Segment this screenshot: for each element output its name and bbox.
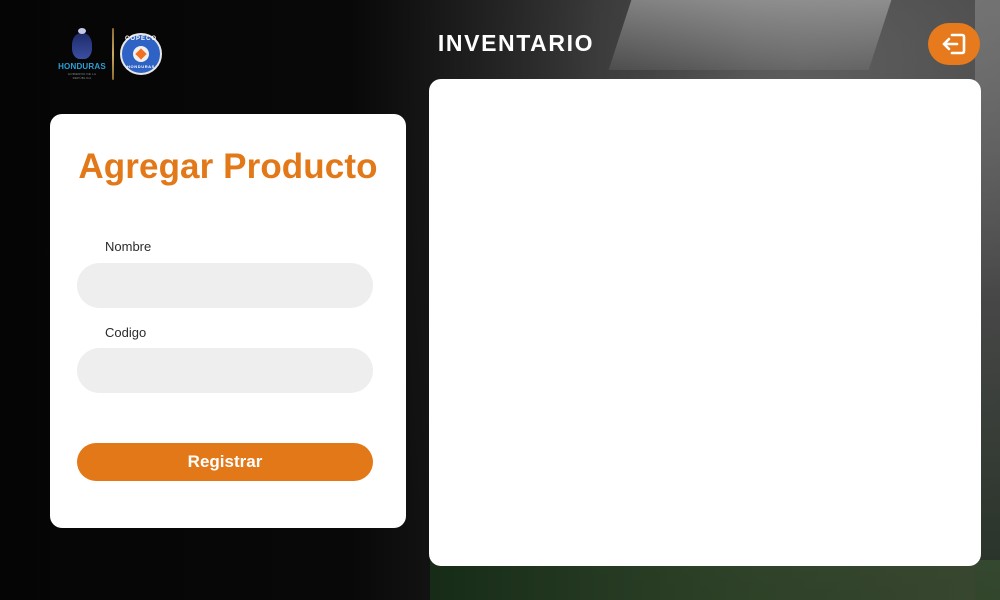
honduras-logo-subtitle: GOBIERNO DE LA REPÚBLICA <box>67 72 97 80</box>
honduras-logo-text: HONDURAS <box>58 62 106 71</box>
logout-icon <box>942 33 966 55</box>
add-product-form: Agregar Producto Nombre Codigo Registrar <box>50 114 406 528</box>
honduras-crest-icon <box>72 28 92 59</box>
name-input[interactable] <box>77 263 373 308</box>
register-button[interactable]: Registrar <box>77 443 373 481</box>
logout-button[interactable] <box>928 23 980 65</box>
header-logos: HONDURAS GOBIERNO DE LA REPÚBLICA COPECO… <box>58 28 162 80</box>
logo-divider <box>112 28 114 80</box>
copeco-logo-text: COPECO <box>124 36 157 42</box>
code-field-label: Codigo <box>105 325 147 340</box>
form-title: Agregar Producto <box>78 147 378 186</box>
copeco-logo: COPECO HONDURAS <box>120 33 162 75</box>
code-input[interactable] <box>77 348 373 393</box>
copeco-diamond-icon <box>135 48 147 60</box>
copeco-emblem-icon <box>133 46 149 62</box>
inventory-panel <box>429 79 981 566</box>
name-field-label: Nombre <box>105 239 152 254</box>
page-title: INVENTARIO <box>437 30 595 56</box>
copeco-logo-subtext: HONDURAS <box>127 64 155 69</box>
honduras-logo: HONDURAS GOBIERNO DE LA REPÚBLICA <box>58 28 106 80</box>
